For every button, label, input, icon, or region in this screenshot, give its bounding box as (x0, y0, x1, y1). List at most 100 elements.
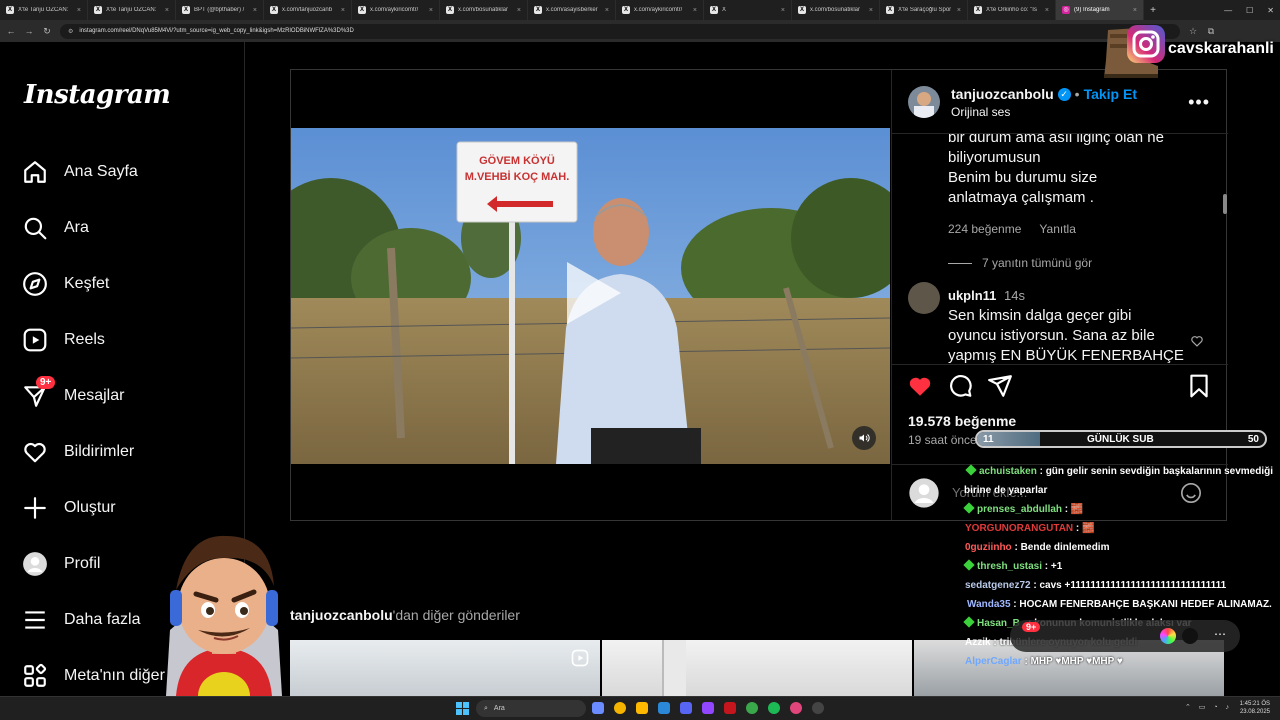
obs-icon[interactable] (812, 702, 824, 714)
more-posts-user[interactable]: tanjuozcanbolu (290, 607, 393, 623)
spotify-icon[interactable] (768, 702, 780, 714)
browser-tab[interactable]: ◎ (9) Instagram × (1056, 0, 1144, 20)
close-tab-icon[interactable]: × (517, 7, 521, 14)
more-options-icon[interactable]: ••• (1188, 92, 1210, 113)
commenter-avatar[interactable] (908, 282, 940, 314)
app-icon[interactable] (724, 702, 736, 714)
reel-video[interactable]: GÖVEM KÖYÜ M.VEHBİ KOÇ MAH. (291, 128, 890, 464)
system-tray[interactable]: ⌃ ▭ ◔ ♪ (1185, 703, 1232, 711)
file-explorer-icon[interactable] (636, 702, 648, 714)
close-tab-icon[interactable]: × (869, 7, 873, 14)
chat-more-icon[interactable]: ⋯ (1214, 627, 1226, 641)
browser-tab[interactable]: Xx.com/aykiricomtr/ × (352, 0, 440, 20)
sidebar-item-more[interactable]: Daha fazla (22, 602, 141, 638)
back-icon[interactable]: ← (6, 26, 16, 36)
new-tab-icon[interactable]: + (1144, 5, 1162, 16)
chat-message: sedatgenez72 : cavs +1111111111111111111… (962, 576, 1280, 595)
separator-dot: • (1074, 86, 1080, 102)
view-replies[interactable]: 7 yanıtın tümünü gör (948, 256, 1092, 270)
maximize-icon[interactable]: ☐ (1246, 6, 1253, 15)
site-info-icon[interactable]: ⚙ (68, 28, 73, 35)
comment-likes[interactable]: 224 beğenme (948, 222, 1021, 236)
author-row: tanjuozcanbolu ✓ • Takip Et (951, 86, 1137, 102)
comment-icon[interactable] (947, 373, 973, 399)
sidebar-item-explore[interactable]: Keşfet (22, 266, 109, 302)
follow-button[interactable]: Takip Et (1084, 86, 1137, 102)
close-tab-icon[interactable]: × (77, 7, 81, 14)
bookmark-icon[interactable] (1186, 373, 1212, 399)
sign-text-1: GÖVEM KÖYÜ (479, 154, 555, 167)
sidebar-item-meta-apps[interactable]: Meta'nın diğer (22, 658, 165, 694)
close-tab-icon[interactable]: × (1133, 7, 1137, 14)
post-thumbnail[interactable] (602, 640, 912, 696)
play-icon[interactable] (561, 258, 625, 328)
comment-like-icon[interactable] (1190, 334, 1204, 348)
sub-goal-label: GÜNLÜK SUB (1087, 434, 1154, 445)
close-tab-icon[interactable]: × (253, 7, 257, 14)
close-tab-icon[interactable]: × (429, 7, 433, 14)
author-avatar[interactable] (908, 86, 940, 118)
close-tab-icon[interactable]: × (957, 7, 961, 14)
like-heart-icon[interactable] (907, 373, 933, 399)
instagram-icon (1127, 25, 1165, 63)
close-tab-icon[interactable]: × (693, 7, 697, 14)
sub-goal-current: 11 (983, 434, 994, 445)
edge-icon[interactable] (658, 702, 670, 714)
browser-tab[interactable]: Xx.com/aykiricomtr/ × (616, 0, 704, 20)
url-field[interactable]: ⚙ instagram.com/reel/DNqVu85M4Vi/?utm_so… (60, 23, 1180, 39)
sidebar-item-create[interactable]: Oluştur (22, 490, 116, 526)
scrollbar-thumb[interactable] (1223, 194, 1227, 214)
task-view-icon[interactable] (592, 702, 604, 714)
chrome-icon[interactable] (614, 702, 626, 714)
post-thumbnail[interactable] (290, 640, 600, 696)
browser-tab[interactable]: X BPT (@bpthaber) / × (176, 0, 264, 20)
x-logo-icon: X (6, 6, 14, 14)
reply-button[interactable]: Yanıtla (1039, 222, 1075, 236)
browser-tab[interactable]: Xx.com/tanjuozcanb × (264, 0, 352, 20)
close-tab-icon[interactable]: × (605, 7, 609, 14)
audio-label[interactable]: Orijinal ses (951, 105, 1010, 119)
close-tab-icon[interactable]: × (1045, 7, 1049, 14)
author-username[interactable]: tanjuozcanbolu (951, 86, 1054, 102)
taskbar-clock[interactable]: 1:45:21 ÖS 23.08.2025 (1240, 700, 1270, 716)
discord-icon[interactable] (680, 702, 692, 714)
browser-tab[interactable]: X X'te Saraçoğlu Spor × (880, 0, 968, 20)
subscriber-badge-icon (963, 502, 975, 514)
sidebar-item-messages[interactable]: 9+ Mesajlar (22, 376, 124, 414)
browser-tab[interactable]: X X'te Orkinho co: "Is × (968, 0, 1056, 20)
app-icon[interactable] (746, 702, 758, 714)
close-tab-icon[interactable]: × (165, 7, 169, 14)
forward-icon[interactable]: → (24, 26, 34, 36)
instagram-logo[interactable]: Instagram (24, 80, 171, 110)
like-count[interactable]: 19.578 beğenme (908, 413, 1016, 429)
browser-tab[interactable]: Xx.com/bosunatiklar × (792, 0, 880, 20)
sidebar-item-profile[interactable]: Profil (22, 546, 100, 582)
commenter-username[interactable]: ukpln11 (948, 288, 996, 303)
color-wheel-icon[interactable] (1160, 628, 1176, 644)
close-tab-icon[interactable]: × (781, 7, 785, 14)
reload-icon[interactable]: ↻ (42, 26, 52, 37)
browser-tab[interactable]: Xx.com/bosunatiklar × (440, 0, 528, 20)
browser-tab[interactable]: X X'te Tanju ÖZCAN: × (0, 0, 88, 20)
share-icon[interactable] (987, 373, 1013, 399)
sidebar-item-reels[interactable]: Reels (22, 322, 105, 358)
close-icon[interactable]: ✕ (1267, 6, 1274, 15)
close-tab-icon[interactable]: × (341, 7, 345, 14)
browser-tab[interactable]: X X'te Tanju ÖZCAN: × (88, 0, 176, 20)
browser-tab[interactable]: Xx.com/asayisberker × (528, 0, 616, 20)
browser-tab[interactable]: X X × (704, 0, 792, 20)
chrome-profile-icon[interactable] (790, 702, 802, 714)
sidebar-item-notifications[interactable]: Bildirimler (22, 434, 134, 470)
audio-toggle-button[interactable] (852, 426, 876, 450)
taskbar-search[interactable]: ⌕ Ara (476, 700, 586, 717)
chat-username: thresh_ustasi (977, 561, 1043, 572)
twitch-icon[interactable] (702, 702, 714, 714)
chat-username: YORGUNORANGUTAN (965, 523, 1074, 534)
comments-scrollbar[interactable] (1222, 134, 1228, 362)
sidebar-item-home[interactable]: Ana Sayfa (22, 154, 138, 190)
start-icon[interactable] (456, 702, 469, 715)
sidebar-item-search[interactable]: Ara (22, 210, 89, 246)
stream-avatar-icon[interactable] (1182, 628, 1198, 644)
chat-separator: : (1036, 466, 1046, 477)
minimize-icon[interactable]: — (1224, 6, 1232, 15)
